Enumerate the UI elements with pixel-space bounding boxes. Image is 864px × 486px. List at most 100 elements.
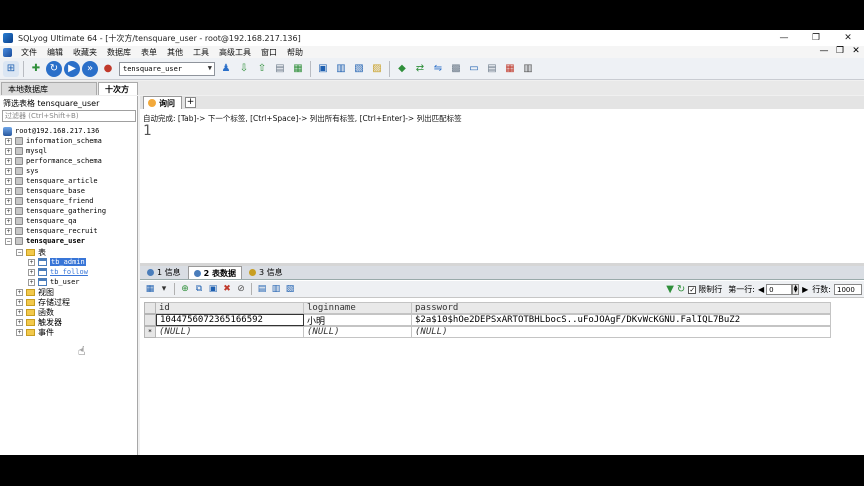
execute-all-icon[interactable]: » <box>82 60 98 77</box>
cell-password-null[interactable]: (NULL) <box>412 326 831 338</box>
add-query-tab-button[interactable]: + <box>185 97 196 108</box>
grid-mode-icon[interactable]: ▤ <box>256 283 268 295</box>
refresh-icon[interactable]: ↻ <box>46 60 62 77</box>
tab-shicifang[interactable]: 十次方 <box>98 82 138 95</box>
expand-icon[interactable]: + <box>28 278 35 286</box>
tree-db-tensquare-friend[interactable]: + tensquare_friend <box>5 196 93 206</box>
filter-icon[interactable]: ▼ <box>666 284 674 295</box>
editor-line-number[interactable]: 1 <box>143 123 151 139</box>
import-icon[interactable]: ▤ <box>272 61 288 77</box>
rows-count-input[interactable]: 1000 <box>834 284 862 295</box>
collapse-icon[interactable]: − <box>5 237 12 245</box>
tree-folder-triggers[interactable]: + 触发器 <box>16 317 62 327</box>
database-select[interactable]: tensquare_user ▼ <box>119 61 215 76</box>
tree-folder-procedures[interactable]: + 存储过程 <box>16 297 70 307</box>
tree-db-tensquare-recruit[interactable]: + tensquare_recruit <box>5 226 98 236</box>
new-row[interactable]: * (NULL) (NULL) (NULL) <box>144 326 831 338</box>
menu-table[interactable]: 表单 <box>136 47 162 58</box>
table-row[interactable]: 1044756072365166592 小明 $2a$10$hOe2DEPSxA… <box>144 314 831 326</box>
filter-input[interactable]: 过滤器 (Ctrl+Shift+B) <box>2 110 136 122</box>
export-icon[interactable]: ▦ <box>290 61 306 77</box>
connect-icon[interactable]: ✚ <box>28 61 44 77</box>
menu-favorites[interactable]: 收藏夹 <box>68 47 102 58</box>
expand-icon[interactable]: + <box>28 268 35 276</box>
expand-icon[interactable]: + <box>5 137 12 145</box>
first-row-input[interactable]: 0 <box>766 284 793 295</box>
visual-data-compare-icon[interactable]: ▭ <box>466 61 482 77</box>
expand-icon[interactable]: + <box>5 187 12 195</box>
grid-view-icon[interactable]: ▦ <box>144 283 156 295</box>
tree-db-tensquare-gathering[interactable]: + tensquare_gathering <box>5 206 106 216</box>
menu-tools[interactable]: 工具 <box>188 47 214 58</box>
tab-table-data[interactable]: 2 表数据 <box>187 266 242 279</box>
execute-icon[interactable]: ▶ <box>64 60 80 77</box>
menu-other[interactable]: 其他 <box>162 47 188 58</box>
delete-row-icon[interactable]: ✖ <box>221 283 233 295</box>
sync-icon[interactable]: ⇄ <box>412 61 428 77</box>
expand-icon[interactable]: + <box>16 308 23 316</box>
cell-id-null[interactable]: (NULL) <box>156 326 304 338</box>
expand-icon[interactable]: + <box>16 288 23 296</box>
minimize-button[interactable]: — <box>768 30 800 46</box>
mdi-minimize-button[interactable]: — <box>816 46 832 56</box>
format-query-icon[interactable]: ◆ <box>394 61 410 77</box>
tree-db-sys[interactable]: + sys <box>5 166 39 176</box>
cell-password[interactable]: $2a$10$hOe2DEPSxARTOTBHLbocS..uFoJOAgF/D… <box>412 314 831 326</box>
tree-db-tensquare-qa[interactable]: + tensquare_qa <box>5 216 77 226</box>
mdi-close-button[interactable]: ✕ <box>848 46 864 56</box>
tab-messages[interactable]: 1 信息 <box>142 266 186 279</box>
dropdown-icon[interactable]: ▾ <box>158 283 170 295</box>
expand-icon[interactable]: + <box>5 147 12 155</box>
tree-db-information-schema[interactable]: + information_schema <box>5 136 102 146</box>
tree-folder-events[interactable]: + 事件 <box>16 327 54 337</box>
table-diagnostics-icon[interactable]: ▧ <box>351 61 367 77</box>
insert-row-icon[interactable]: ⊕ <box>179 283 191 295</box>
menu-database[interactable]: 数据库 <box>102 47 136 58</box>
select-all-cell[interactable] <box>144 302 156 314</box>
tab-query[interactable]: 询问 <box>143 96 182 109</box>
limit-rows-checkbox[interactable]: ✓ <box>688 285 697 294</box>
settings-icon[interactable]: ▥ <box>520 61 536 77</box>
tree-table-tb-admin[interactable]: + tb_admin <box>28 257 86 267</box>
text-mode-icon[interactable]: ▧ <box>284 283 296 295</box>
column-header-id[interactable]: id <box>156 302 304 314</box>
expand-icon[interactable]: + <box>5 197 12 205</box>
menu-window[interactable]: 窗口 <box>256 47 282 58</box>
restore-db-icon[interactable]: ⇧ <box>254 61 270 77</box>
mdi-restore-button[interactable]: ❐ <box>832 46 848 56</box>
tree-folder-functions[interactable]: + 函数 <box>16 307 54 317</box>
notes-icon[interactable]: ▨ <box>369 61 385 77</box>
cell-id[interactable]: 1044756072365166592 <box>156 314 304 326</box>
restore-button[interactable]: ❐ <box>800 30 832 46</box>
close-button[interactable]: ✕ <box>832 30 864 46</box>
previous-page-icon[interactable]: ◀ <box>758 285 764 294</box>
menu-file[interactable]: 文件 <box>16 47 42 58</box>
expand-icon[interactable]: + <box>5 177 12 185</box>
tree-db-tensquare-base[interactable]: + tensquare_base <box>5 186 85 196</box>
tab-info[interactable]: 3 信息 <box>244 266 288 279</box>
row-selector-checkbox[interactable] <box>144 314 156 326</box>
sql-history-icon[interactable]: ▤ <box>484 61 500 77</box>
query-builder-icon[interactable]: ▥ <box>333 61 349 77</box>
expand-icon[interactable]: + <box>5 227 12 235</box>
schema-designer-icon[interactable]: ▣ <box>315 61 331 77</box>
save-icon[interactable]: ▣ <box>207 283 219 295</box>
duplicate-row-icon[interactable]: ⧉ <box>193 283 205 295</box>
expand-icon[interactable]: + <box>16 328 23 336</box>
column-header-password[interactable]: password <box>412 302 831 314</box>
tree-folder-tables[interactable]: − 表 <box>16 247 46 257</box>
expand-icon[interactable]: + <box>5 167 12 175</box>
user-manager-icon[interactable]: ♟ <box>218 61 234 77</box>
expand-icon[interactable]: + <box>5 157 12 165</box>
expand-icon[interactable]: + <box>5 217 12 225</box>
refresh-results-icon[interactable]: ↻ <box>677 284 685 295</box>
form-mode-icon[interactable]: ▥ <box>270 283 282 295</box>
tree-table-tb-follow[interactable]: + tb_follow <box>28 267 88 277</box>
tree-table-tb-user[interactable]: + tb_user <box>28 277 80 287</box>
new-connection-icon[interactable]: ⊞ <box>3 60 19 77</box>
cancel-changes-icon[interactable]: ⊘ <box>235 283 247 295</box>
tree-db-tensquare-article[interactable]: + tensquare_article <box>5 176 98 186</box>
transfer-icon[interactable]: ⇋ <box>430 61 446 77</box>
cell-loginname-null[interactable]: (NULL) <box>304 326 412 338</box>
expand-icon[interactable]: + <box>16 318 23 326</box>
